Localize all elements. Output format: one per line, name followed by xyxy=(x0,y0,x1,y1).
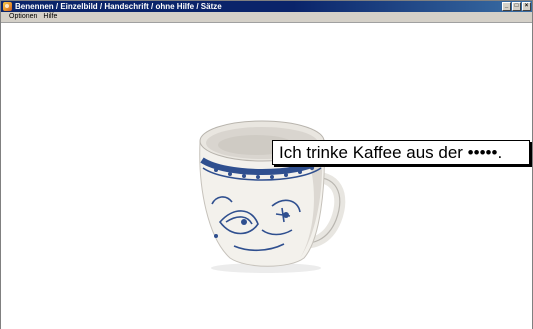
minimize-button[interactable]: _ xyxy=(502,2,511,11)
menu-bar: Optionen Hilfe xyxy=(1,12,532,23)
sentence-prompt: Ich trinke Kaffee aus der •••••. xyxy=(272,140,530,165)
app-window: Benennen / Einzelbild / Handschrift / oh… xyxy=(0,0,533,329)
window-title: Benennen / Einzelbild / Handschrift / oh… xyxy=(15,2,222,11)
exercise-area: Ich trinke Kaffee aus der •••••. xyxy=(1,23,532,329)
window-controls: _ □ × xyxy=(502,2,531,11)
menu-hilfe[interactable]: Hilfe xyxy=(40,12,60,22)
title-bar[interactable]: Benennen / Einzelbild / Handschrift / oh… xyxy=(1,1,532,12)
maximize-button[interactable]: □ xyxy=(512,2,521,11)
close-button[interactable]: × xyxy=(522,2,531,11)
menu-optionen[interactable]: Optionen xyxy=(1,12,40,22)
app-icon[interactable] xyxy=(3,2,12,11)
